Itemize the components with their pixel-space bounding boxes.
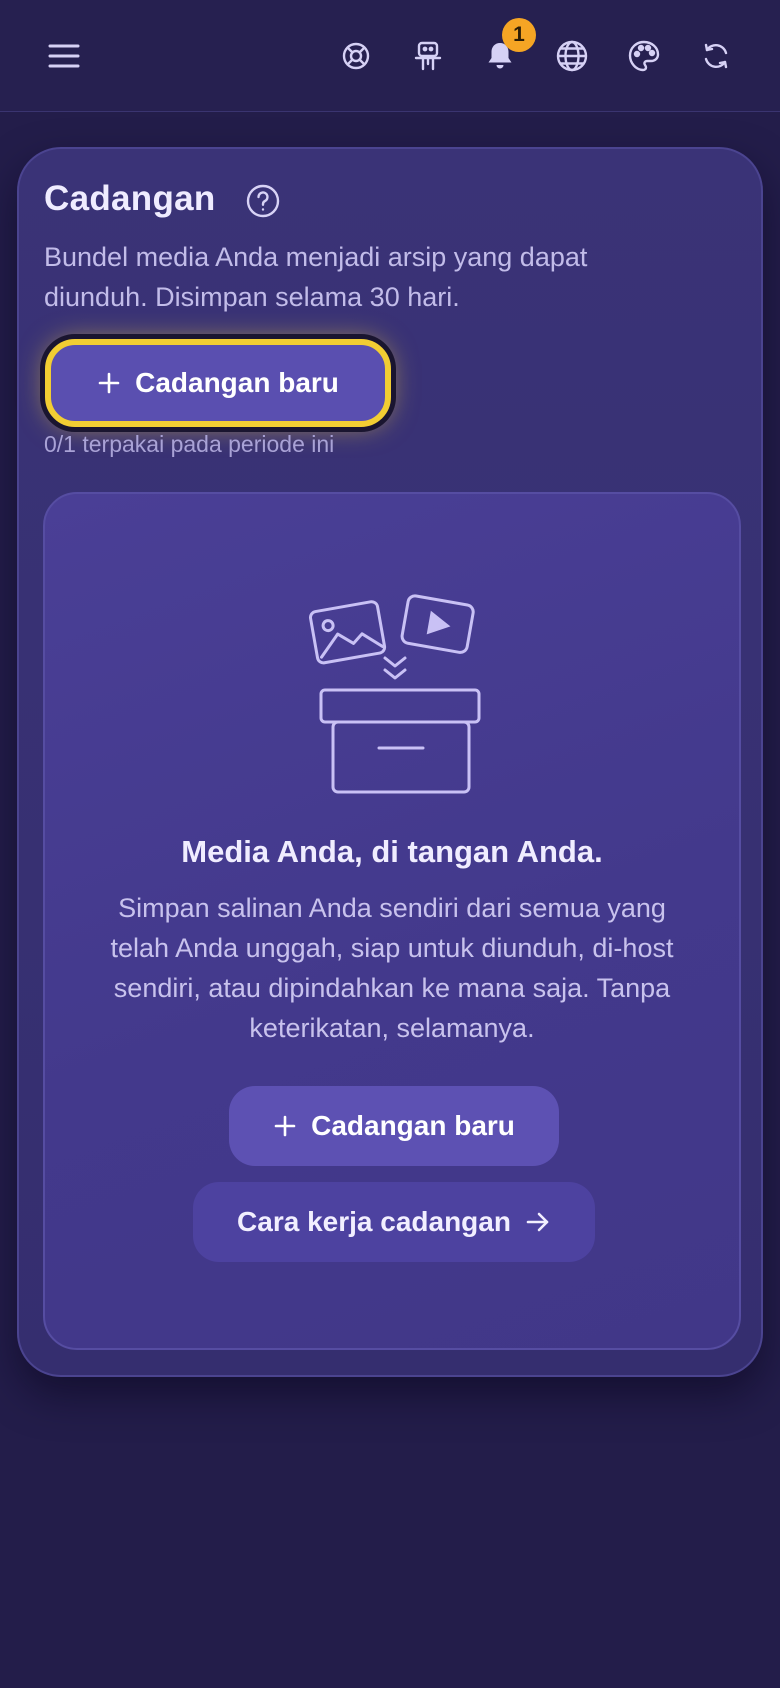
plus-icon xyxy=(274,1115,296,1137)
empty-state-panel: Media Anda, di tangan Anda. Simpan salin… xyxy=(43,492,741,1350)
empty-state-description: Simpan salinan Anda sendiri dari semua y… xyxy=(110,893,674,1043)
bell-icon[interactable]: 1 xyxy=(474,18,536,82)
plus-icon xyxy=(98,372,120,394)
robot-icon[interactable] xyxy=(402,30,454,82)
help-lifebuoy-icon[interactable] xyxy=(330,30,382,82)
globe-icon[interactable] xyxy=(546,30,598,82)
archive-media-illustration xyxy=(309,594,481,794)
menu-icon[interactable] xyxy=(38,30,90,82)
page-description: Bundel media Anda menjadi arsip yang dap… xyxy=(44,242,588,312)
question-mark-icon[interactable] xyxy=(245,183,281,219)
how-backup-works-label: Cara kerja cadangan xyxy=(237,1206,511,1237)
new-backup-button[interactable]: Cadangan baru xyxy=(45,339,391,427)
refresh-icon[interactable] xyxy=(690,30,742,82)
notification-badge: 1 xyxy=(502,18,536,52)
new-backup-button-secondary[interactable]: Cadangan baru xyxy=(229,1086,559,1166)
new-backup-label: Cadangan baru xyxy=(135,367,339,398)
empty-state-title: Media Anda, di tangan Anda. xyxy=(181,834,603,869)
arrow-right-icon xyxy=(526,1212,549,1232)
backup-card: Cadangan Bundel media Anda menjadi arsip… xyxy=(17,147,763,1377)
usage-text: 0/1 terpakai pada periode ini xyxy=(44,431,335,457)
page-title: Cadangan xyxy=(44,179,216,218)
new-backup-label: Cadangan baru xyxy=(311,1110,515,1141)
top-bar: 1 xyxy=(0,0,780,112)
how-backup-works-button[interactable]: Cara kerja cadangan xyxy=(193,1182,595,1262)
palette-icon[interactable] xyxy=(618,30,670,82)
